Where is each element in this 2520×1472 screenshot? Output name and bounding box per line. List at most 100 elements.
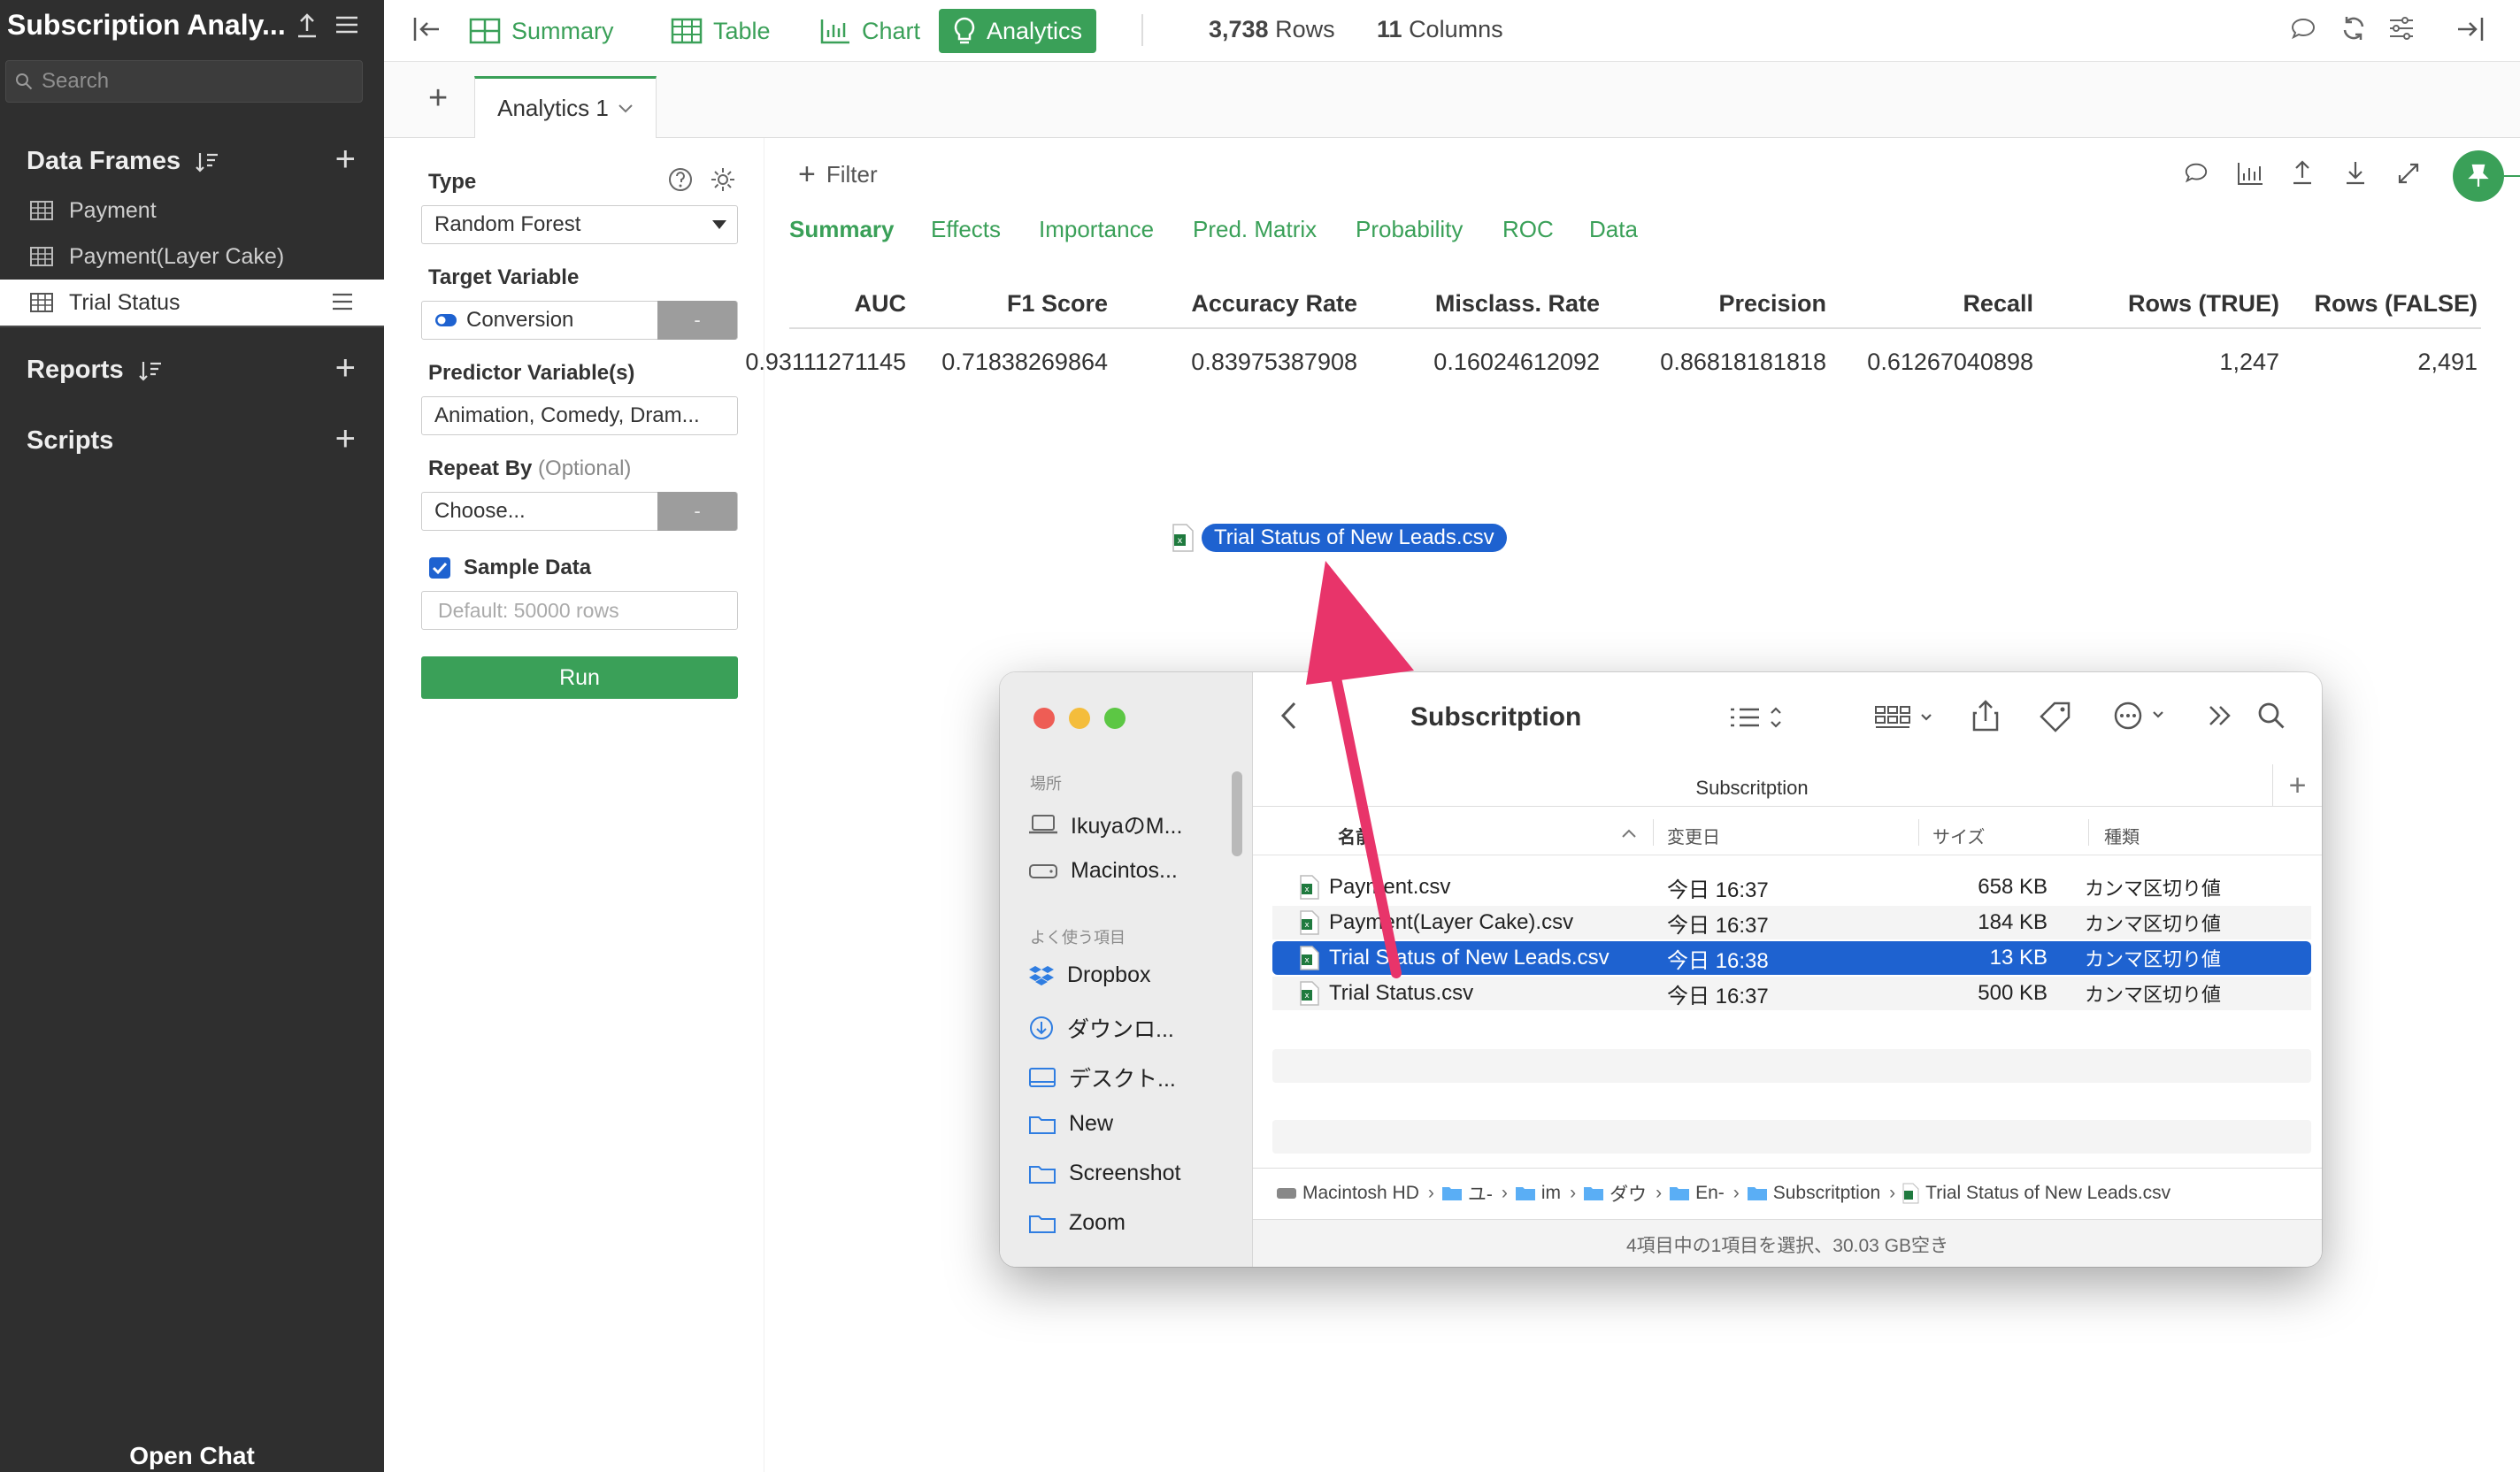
more-actions-icon[interactable] bbox=[2113, 701, 2175, 731]
type-select[interactable]: Random Forest bbox=[421, 205, 738, 244]
gear-icon[interactable] bbox=[710, 166, 736, 193]
list-view-icon[interactable] bbox=[1729, 704, 1786, 731]
data-frame-item-payment-layer-cake[interactable]: Payment(Layer Cake) bbox=[0, 234, 384, 280]
new-tab-button[interactable]: + bbox=[2272, 764, 2322, 807]
chart-icon bbox=[819, 18, 851, 44]
sidebar-item-dropbox[interactable]: Dropbox bbox=[1028, 962, 1151, 988]
breadcrumb-item[interactable]: Subscritption › bbox=[1747, 1183, 1895, 1204]
sort-icon[interactable] bbox=[195, 150, 219, 173]
result-tab-probability[interactable]: Probability bbox=[1356, 216, 1463, 243]
result-tab-pred-matrix[interactable]: Pred. Matrix bbox=[1193, 216, 1317, 243]
breadcrumb-item[interactable]: Trial Status of New Leads.csv bbox=[1902, 1183, 2170, 1204]
repeat-by-clear-button[interactable]: - bbox=[657, 492, 737, 531]
column-header-date[interactable]: 変更日 bbox=[1667, 823, 1720, 848]
divider bbox=[0, 326, 384, 327]
target-variable-clear-button[interactable]: - bbox=[657, 301, 737, 340]
data-frame-item-payment[interactable]: Payment bbox=[0, 188, 384, 234]
breadcrumb-item[interactable]: im › bbox=[1515, 1183, 1576, 1204]
tab-summary[interactable]: Summary bbox=[455, 9, 628, 53]
result-tab-data[interactable]: Data bbox=[1589, 216, 1638, 243]
column-header-kind[interactable]: 種類 bbox=[2104, 823, 2140, 848]
analytics-settings-panel: Type Random Forest Target Variable Conve… bbox=[384, 138, 764, 1472]
tab-table[interactable]: Table bbox=[657, 9, 785, 53]
help-icon[interactable] bbox=[667, 166, 694, 193]
pin-button[interactable] bbox=[2453, 150, 2504, 202]
sidebar-item-desktop[interactable]: デスクト... bbox=[1028, 1062, 1176, 1093]
settings-sliders-icon[interactable] bbox=[2387, 14, 2416, 42]
sidebar-item-zoom[interactable]: Zoom bbox=[1028, 1210, 1126, 1236]
tag-icon[interactable] bbox=[2039, 701, 2072, 732]
dropdown-arrow-icon bbox=[712, 220, 726, 229]
column-header-rows-true: Rows (TRUE) bbox=[2128, 290, 2279, 317]
run-button[interactable]: Run bbox=[421, 656, 738, 699]
collapse-sidebar-icon[interactable] bbox=[412, 16, 442, 42]
add-analytics-tab-button[interactable]: + bbox=[428, 81, 448, 115]
sample-rows-input[interactable]: Default: 50000 rows bbox=[421, 591, 738, 630]
cell-accuracy-rate: 0.83975387908 bbox=[1191, 349, 1357, 375]
refresh-icon[interactable] bbox=[2339, 14, 2368, 42]
breadcrumb-label: ダウ bbox=[1610, 1184, 1648, 1205]
result-tab-roc[interactable]: ROC bbox=[1502, 216, 1554, 243]
tab-chart[interactable]: Chart bbox=[805, 9, 934, 53]
breadcrumb-item[interactable]: Macintosh HD › bbox=[1276, 1183, 1434, 1204]
upload-icon[interactable] bbox=[296, 12, 319, 39]
sort-icon[interactable] bbox=[138, 359, 163, 382]
close-window-button[interactable] bbox=[1033, 708, 1055, 729]
sidebar-item-computer[interactable]: IkuyaのM... bbox=[1028, 809, 1182, 840]
breadcrumb-item[interactable]: ダウ › bbox=[1583, 1180, 1662, 1207]
menu-icon[interactable] bbox=[334, 14, 359, 35]
search-icon[interactable] bbox=[2256, 701, 2286, 731]
result-tab-effects[interactable]: Effects bbox=[931, 216, 1001, 243]
collapse-right-panel-icon[interactable] bbox=[2455, 16, 2485, 42]
search-input[interactable]: Search bbox=[5, 60, 363, 103]
column-header-precision: Precision bbox=[1718, 290, 1826, 317]
repeat-by-select[interactable]: Choose... - bbox=[421, 492, 738, 531]
chevron-down-icon[interactable] bbox=[618, 104, 634, 114]
cell-rows-true: 1,247 bbox=[2219, 349, 2279, 375]
result-tab-summary[interactable]: Summary bbox=[789, 216, 895, 243]
sidebar-scrollbar[interactable] bbox=[1232, 771, 1242, 856]
project-title[interactable]: Subscription Analy... bbox=[7, 9, 290, 42]
sidebar-item-screenshot[interactable]: Screenshot bbox=[1028, 1161, 1180, 1186]
data-frame-item-trial-status[interactable]: Trial Status bbox=[0, 280, 384, 326]
data-frame-label: Payment bbox=[69, 197, 157, 223]
grid-view-icon[interactable] bbox=[1874, 704, 1936, 731]
tab-analytics[interactable]: Analytics bbox=[939, 9, 1097, 53]
expand-icon[interactable] bbox=[2396, 161, 2421, 186]
sidebar-item-macintosh-hd[interactable]: Macintos... bbox=[1028, 858, 1178, 884]
minimize-window-button[interactable] bbox=[1069, 708, 1090, 729]
sample-data-checkbox-row[interactable]: Sample Data bbox=[428, 556, 591, 580]
zoom-window-button[interactable] bbox=[1104, 708, 1126, 729]
comment-icon[interactable] bbox=[2290, 16, 2316, 42]
target-variable-select[interactable]: Conversion - bbox=[421, 301, 738, 340]
upload-icon[interactable] bbox=[2292, 159, 2313, 186]
add-data-frame-button[interactable]: + bbox=[335, 142, 356, 177]
predictor-variables-select[interactable]: Animation, Comedy, Dram... bbox=[421, 396, 738, 435]
column-divider bbox=[2088, 819, 2089, 846]
item-menu-icon[interactable] bbox=[331, 292, 354, 311]
optional-hint: (Optional) bbox=[538, 456, 632, 480]
table-icon bbox=[30, 293, 53, 312]
dragged-file[interactable]: x Trial Status of New Leads.csv bbox=[1172, 524, 1507, 552]
add-script-button[interactable]: + bbox=[335, 421, 356, 456]
filter-button[interactable]: + Filter bbox=[798, 159, 878, 189]
add-report-button[interactable]: + bbox=[335, 350, 356, 386]
tab-analytics-1[interactable]: Analytics 1 bbox=[474, 76, 657, 138]
breadcrumb-item[interactable]: ユ- › bbox=[1441, 1180, 1508, 1207]
breadcrumb-item[interactable]: En- › bbox=[1669, 1183, 1740, 1204]
checkbox-checked-icon[interactable] bbox=[428, 556, 451, 579]
comment-icon[interactable] bbox=[2184, 161, 2209, 186]
column-header-size[interactable]: サイズ bbox=[1932, 823, 1985, 848]
sidebar-item-new[interactable]: New bbox=[1028, 1111, 1113, 1137]
sort-ascending-icon[interactable] bbox=[1621, 828, 1637, 839]
sidebar-item-downloads[interactable]: ダウンロ... bbox=[1028, 1012, 1174, 1044]
share-icon[interactable] bbox=[1971, 699, 2000, 732]
table-icon bbox=[30, 201, 53, 220]
expand-toolbar-icon[interactable] bbox=[2207, 702, 2233, 729]
chart-icon[interactable] bbox=[2237, 161, 2263, 186]
download-icon[interactable] bbox=[2345, 159, 2366, 186]
column-header-auc: AUC bbox=[854, 290, 907, 317]
open-chat-button[interactable]: Open Chat bbox=[0, 1442, 384, 1470]
result-tab-importance[interactable]: Importance bbox=[1039, 216, 1154, 243]
sidebar-item-label: ダウンロ... bbox=[1067, 1017, 1174, 1042]
